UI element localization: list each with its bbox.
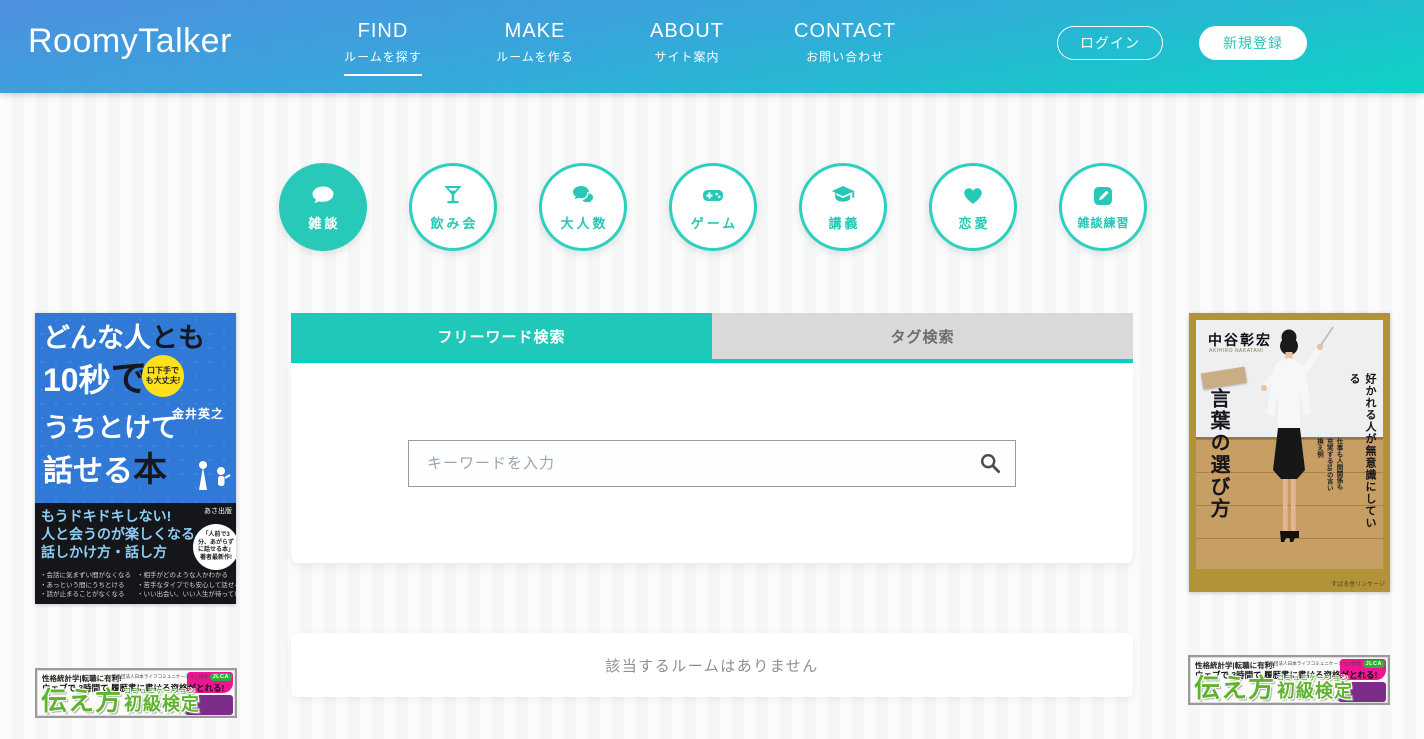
category-zatsudan-renshu[interactable]: 雑談練習 — [1059, 163, 1147, 251]
nav-item-find[interactable]: FIND ルームを探す — [338, 20, 428, 76]
nav-contact-ja: お問い合わせ — [794, 48, 896, 65]
ad-book-right[interactable]: 中谷彰宏 AKIHIRO NAKATANI 好かれる人が無意識にしている 仕事も… — [1189, 313, 1390, 592]
book-title-line2: 10秒で — [43, 360, 148, 397]
banner-org-text: 一般社団法人日本ライフコミュニケーション協会 — [1260, 661, 1361, 667]
category-label: 講義 — [825, 213, 860, 232]
book-tagline-vertical: 仕事も人間関係も充実する58の言い換え例 — [1314, 438, 1343, 496]
book-title-line1: どんな人とも — [43, 325, 205, 352]
banner-headline: 伝え方 コミュニケーション 初級検定 — [41, 688, 200, 714]
heart-icon — [958, 182, 988, 208]
bullet-col-1: ・会話に気まずい間がなくなる ・あっという間にうちとける ・話が止まることがなく… — [40, 571, 131, 600]
graduation-cap-icon — [828, 182, 858, 208]
category-zatsudan[interactable]: 雑談 — [279, 163, 367, 251]
jlca-logo: JLCA — [1363, 660, 1385, 668]
signup-button[interactable]: 新規登録 — [1199, 26, 1307, 60]
nav-about-en: ABOUT — [642, 20, 732, 43]
nav-contact-en: CONTACT — [794, 20, 896, 43]
category-renai[interactable]: 恋愛 — [929, 163, 1017, 251]
bullet-col-2: ・相手がどのような人かわかる ・苦手なタイプでも安心して話せる ・いい出会い、い… — [137, 571, 236, 600]
publisher-mark: すばる舎リンケージ — [1331, 579, 1385, 588]
book-title-line3: うちとけて — [43, 415, 178, 442]
envelope-prop — [1201, 367, 1247, 390]
pencil-square-icon — [1088, 183, 1118, 209]
banner-headline: 伝え方 コミュニケーション 初級検定 — [1194, 675, 1353, 701]
gamepad-icon — [698, 182, 728, 208]
header: RoomyTalker FIND ルームを探す MAKE ルームを作る ABOU… — [0, 0, 1424, 93]
category-label: 恋愛 — [955, 213, 990, 232]
active-nav-underline — [344, 74, 422, 76]
site-logo[interactable]: RoomyTalker — [28, 22, 232, 61]
search-panel: フリーワード検索 タグ検索 — [291, 313, 1133, 563]
publisher-logo: あさ出版 — [204, 506, 232, 516]
category-label: 飲み会 — [427, 213, 478, 232]
book-author: 金井英之 — [172, 405, 224, 422]
banner-org-text: 一般社団法人日本ライフコミュニケーション協会 — [107, 674, 208, 680]
no-results-text: 該当するルームはありません — [605, 655, 819, 676]
mascot-figures-icon — [194, 460, 232, 497]
book-badge: 口下手でも大丈夫! — [142, 355, 184, 397]
search-icon[interactable] — [978, 451, 1002, 475]
banner-stack: コミュニケーション 初級検定 — [1277, 675, 1353, 701]
ad-book-left[interactable]: どんな人とも 10秒で うちとけて 話せる本 口下手でも大丈夫! 金井英之 もう… — [35, 313, 236, 604]
ad-banner-left[interactable]: 一般社団法人日本ライフコミュニケーション協会 JLCA 性格統計学|転職に有利!… — [35, 668, 237, 718]
book-sticker: 「人前で3分、あがらずに話せる本」著者最新作! — [193, 524, 236, 570]
search-tabs: フリーワード検索 タグ検索 — [291, 313, 1133, 359]
banner-big-word: 伝え方 — [1194, 676, 1275, 701]
tab-freeword-search[interactable]: フリーワード検索 — [291, 313, 712, 359]
category-nomikai[interactable]: 飲み会 — [409, 163, 497, 251]
book-title-line4: 話せる本 — [43, 453, 167, 487]
category-label: 大人数 — [557, 213, 608, 232]
category-oninzu[interactable]: 大人数 — [539, 163, 627, 251]
category-kougi[interactable]: 講義 — [799, 163, 887, 251]
nav-about-ja: サイト案内 — [642, 48, 732, 65]
tab-tag-search[interactable]: タグ検索 — [712, 313, 1133, 359]
banner-stack: コミュニケーション 初級検定 — [124, 688, 200, 714]
jlca-logo: JLCA — [210, 673, 232, 681]
book-author-roman: AKIHIRO NAKATANI — [1209, 348, 1263, 354]
speech-bubble-icon — [308, 182, 338, 208]
nav-make-ja: ルームを作る — [490, 48, 580, 65]
keyword-input[interactable] — [408, 440, 1016, 487]
category-label: ゲーム — [688, 213, 739, 232]
nav-item-make[interactable]: MAKE ルームを作る — [490, 20, 580, 76]
book-cover-photo: 中谷彰宏 AKIHIRO NAKATANI 好かれる人が無意識にしている 仕事も… — [1196, 320, 1383, 569]
keyword-input-wrap — [408, 440, 1016, 487]
category-label: 雑談練習 — [1076, 214, 1129, 231]
book-author: 中谷彰宏 — [1208, 330, 1272, 350]
category-row: 雑談 飲み会 大人数 ゲーム 講義 恋愛 — [279, 163, 1147, 251]
speech-bubbles-icon — [568, 182, 598, 208]
banner-big-word: 伝え方 — [41, 689, 122, 714]
book-bullet-list: ・会話に気まずい間がなくなる ・あっという間にうちとける ・話が止まることがなく… — [40, 571, 236, 600]
nav-find-ja: ルームを探す — [338, 48, 428, 65]
no-results-card: 該当するルームはありません — [291, 633, 1133, 697]
search-body — [291, 363, 1133, 563]
cocktail-icon — [438, 182, 468, 208]
book-cover-top: どんな人とも 10秒で うちとけて 話せる本 口下手でも大丈夫! 金井英之 — [35, 313, 236, 503]
book-title-vertical: 好かれる人が無意識にしている — [1346, 373, 1378, 533]
ad-banner-right[interactable]: 一般社団法人日本ライフコミュニケーション協会 JLCA 性格統計学|転職に有利!… — [1188, 655, 1390, 705]
main-nav: FIND ルームを探す MAKE ルームを作る ABOUT サイト案内 CONT… — [338, 20, 896, 76]
nav-item-about[interactable]: ABOUT サイト案内 — [642, 20, 732, 76]
nav-find-en: FIND — [338, 20, 428, 43]
nav-item-contact[interactable]: CONTACT お問い合わせ — [794, 20, 896, 76]
book-tagline1: もうドキドキしない! — [41, 508, 230, 526]
nav-make-en: MAKE — [490, 20, 580, 43]
book-subtitle-vertical: 言葉の選び方 — [1204, 388, 1233, 533]
category-game[interactable]: ゲーム — [669, 163, 757, 251]
book-cover-bottom: もうドキドキしない! 人と会うのが楽しくなる 話しかけ方・話し方 あさ出版 「人… — [35, 503, 236, 604]
category-label: 雑談 — [305, 213, 340, 232]
login-button[interactable]: ログイン — [1057, 26, 1163, 60]
